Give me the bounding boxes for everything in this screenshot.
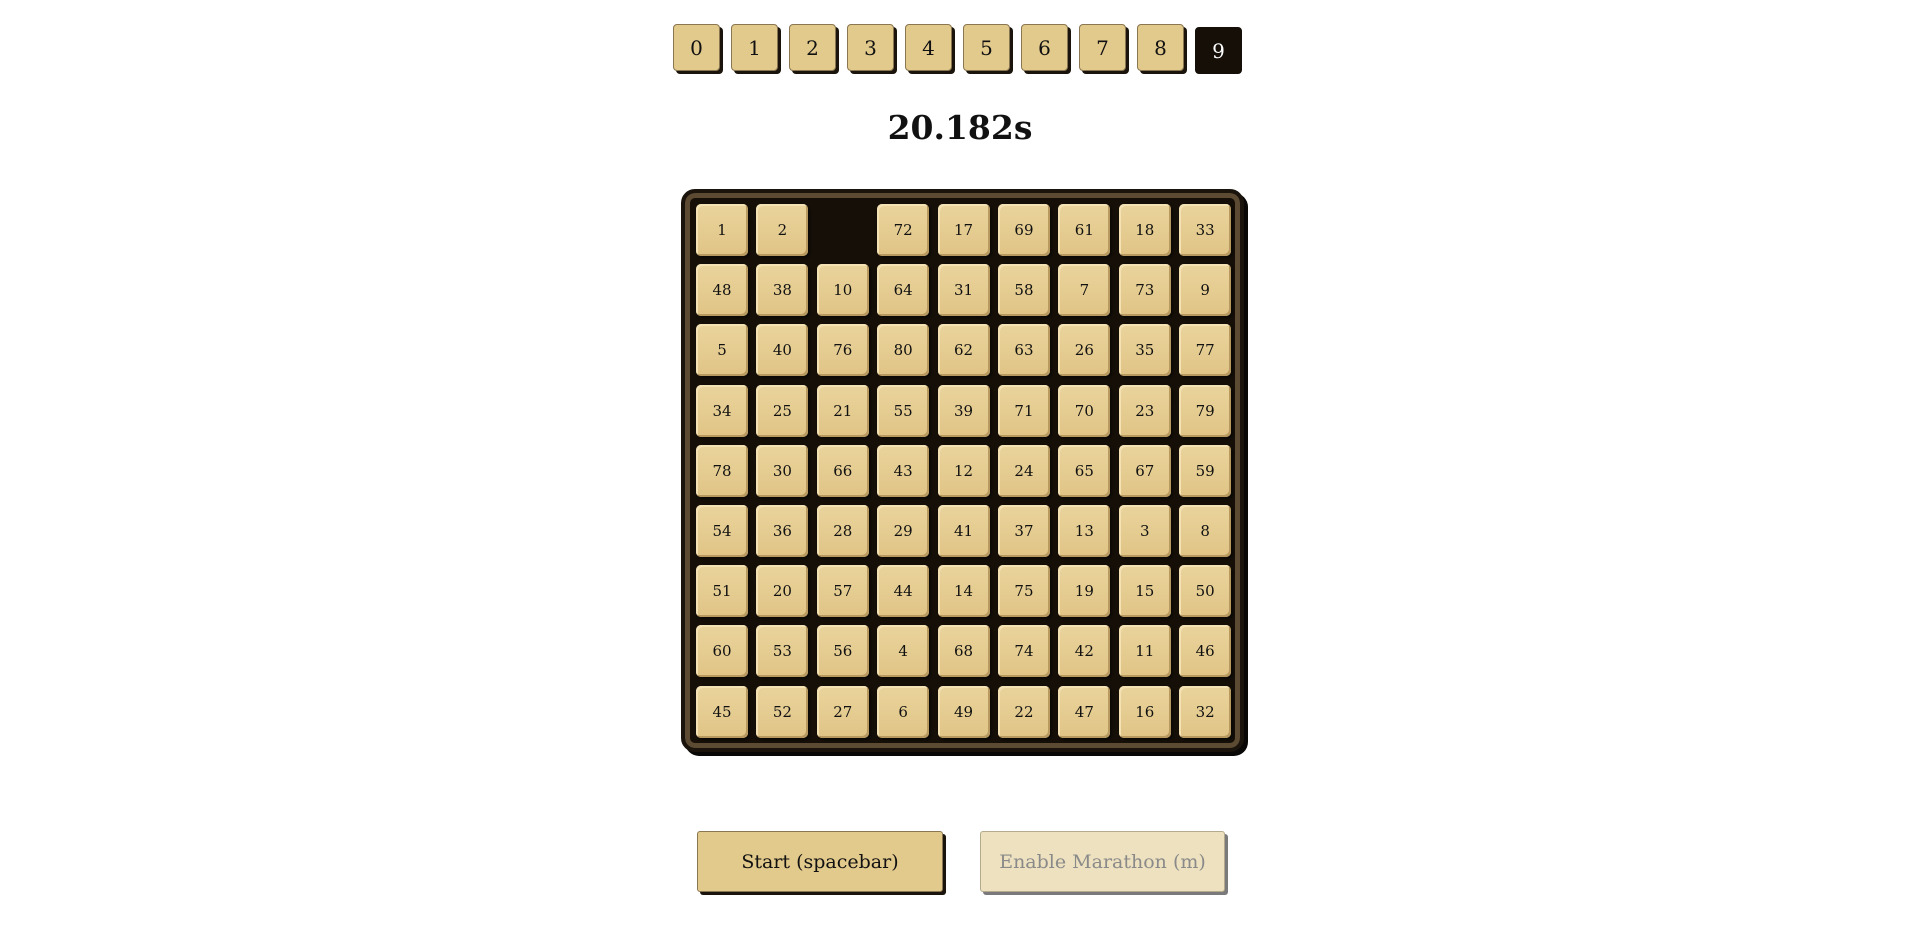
- tile-26[interactable]: 26: [1058, 324, 1111, 377]
- tile-70[interactable]: 70: [1058, 384, 1111, 437]
- tile-19[interactable]: 19: [1058, 565, 1111, 618]
- tile-50[interactable]: 50: [1179, 565, 1232, 618]
- tile-44[interactable]: 44: [877, 565, 930, 618]
- tile-16[interactable]: 16: [1118, 685, 1171, 738]
- tile-79[interactable]: 79: [1179, 384, 1232, 437]
- size-button-2[interactable]: 2: [789, 24, 836, 71]
- timer: 20.182s: [887, 108, 1033, 147]
- tile-7[interactable]: 7: [1058, 264, 1111, 317]
- tile-71[interactable]: 71: [997, 384, 1050, 437]
- tile-56[interactable]: 56: [816, 625, 869, 678]
- puzzle-app: 0123456789 20.182s 1 2 72 17 69 61 18 33 48 38 10 6…: [0, 0, 1920, 942]
- tile-61[interactable]: 61: [1058, 204, 1111, 256]
- size-button-9[interactable]: 9: [1195, 27, 1242, 74]
- tile-62[interactable]: 62: [937, 324, 990, 377]
- tile-40[interactable]: 40: [756, 324, 809, 377]
- tile-grid: 1 2 72 17 69 61 18 33 48 38 10 64 31 58 7 73 9 5 40 76 80 62 6…: [696, 204, 1232, 738]
- size-selector: 0123456789: [673, 24, 1242, 74]
- tile-36[interactable]: 36: [756, 504, 809, 557]
- tile-8[interactable]: 8: [1179, 504, 1232, 557]
- tile-21[interactable]: 21: [816, 384, 869, 437]
- size-button-1[interactable]: 1: [731, 24, 778, 71]
- tile-76[interactable]: 76: [816, 324, 869, 377]
- tile-53[interactable]: 53: [756, 625, 809, 678]
- size-button-6[interactable]: 6: [1021, 24, 1068, 71]
- tile-10[interactable]: 10: [816, 264, 869, 317]
- size-button-0[interactable]: 0: [673, 24, 720, 71]
- tile-48[interactable]: 48: [696, 264, 748, 317]
- tile-41[interactable]: 41: [937, 504, 990, 557]
- tile-33[interactable]: 33: [1179, 204, 1232, 256]
- tile-66[interactable]: 66: [816, 444, 869, 497]
- tile-15[interactable]: 15: [1118, 565, 1171, 618]
- tile-20[interactable]: 20: [756, 565, 809, 618]
- tile-60[interactable]: 60: [696, 625, 748, 678]
- tile-34[interactable]: 34: [696, 384, 748, 437]
- tile-6[interactable]: 6: [877, 685, 930, 738]
- tile-69[interactable]: 69: [997, 204, 1050, 256]
- tile-52[interactable]: 52: [756, 685, 809, 738]
- tile-4[interactable]: 4: [877, 625, 930, 678]
- tile-78[interactable]: 78: [696, 444, 748, 497]
- tile-23[interactable]: 23: [1118, 384, 1171, 437]
- tile-72[interactable]: 72: [877, 204, 930, 256]
- tile-67[interactable]: 67: [1118, 444, 1171, 497]
- tile-17[interactable]: 17: [937, 204, 990, 256]
- tile-80[interactable]: 80: [877, 324, 930, 377]
- size-button-5[interactable]: 5: [963, 24, 1010, 71]
- tile-55[interactable]: 55: [877, 384, 930, 437]
- tile-46[interactable]: 46: [1179, 625, 1232, 678]
- tile-54[interactable]: 54: [696, 504, 748, 557]
- game-board: 1 2 72 17 69 61 18 33 48 38 10 64 31 58 7 73 9 5 40 76 80 62 6…: [681, 189, 1244, 752]
- tile-58[interactable]: 58: [997, 264, 1050, 317]
- tile-77[interactable]: 77: [1179, 324, 1232, 377]
- tile-30[interactable]: 30: [756, 444, 809, 497]
- tile-64[interactable]: 64: [877, 264, 930, 317]
- tile-1[interactable]: 1: [696, 204, 748, 256]
- tile-14[interactable]: 14: [937, 565, 990, 618]
- tile-13[interactable]: 13: [1058, 504, 1111, 557]
- tile-28[interactable]: 28: [816, 504, 869, 557]
- tile-18[interactable]: 18: [1118, 204, 1171, 256]
- tile-42[interactable]: 42: [1058, 625, 1111, 678]
- size-button-8[interactable]: 8: [1137, 24, 1184, 71]
- tile-2[interactable]: 2: [756, 204, 809, 256]
- tile-45[interactable]: 45: [696, 685, 748, 738]
- tile-29[interactable]: 29: [877, 504, 930, 557]
- tile-5[interactable]: 5: [696, 324, 748, 377]
- tile-37[interactable]: 37: [997, 504, 1050, 557]
- tile-73[interactable]: 73: [1118, 264, 1171, 317]
- tile-25[interactable]: 25: [756, 384, 809, 437]
- tile-74[interactable]: 74: [997, 625, 1050, 678]
- size-button-4[interactable]: 4: [905, 24, 952, 71]
- tile-59[interactable]: 59: [1179, 444, 1232, 497]
- empty-slot: [816, 204, 869, 256]
- tile-31[interactable]: 31: [937, 264, 990, 317]
- start-button[interactable]: Start (spacebar): [697, 831, 943, 892]
- tile-32[interactable]: 32: [1179, 685, 1232, 738]
- tile-51[interactable]: 51: [696, 565, 748, 618]
- size-button-7[interactable]: 7: [1079, 24, 1126, 71]
- tile-9[interactable]: 9: [1179, 264, 1232, 317]
- tile-24[interactable]: 24: [997, 444, 1050, 497]
- tile-22[interactable]: 22: [997, 685, 1050, 738]
- tile-75[interactable]: 75: [997, 565, 1050, 618]
- tile-65[interactable]: 65: [1058, 444, 1111, 497]
- tile-47[interactable]: 47: [1058, 685, 1111, 738]
- size-button-3[interactable]: 3: [847, 24, 894, 71]
- tile-49[interactable]: 49: [937, 685, 990, 738]
- enable-marathon-button[interactable]: Enable Marathon (m): [980, 831, 1225, 892]
- tile-39[interactable]: 39: [937, 384, 990, 437]
- tile-12[interactable]: 12: [937, 444, 990, 497]
- tile-43[interactable]: 43: [877, 444, 930, 497]
- tile-68[interactable]: 68: [937, 625, 990, 678]
- tile-11[interactable]: 11: [1118, 625, 1171, 678]
- tile-63[interactable]: 63: [997, 324, 1050, 377]
- tile-27[interactable]: 27: [816, 685, 869, 738]
- tile-35[interactable]: 35: [1118, 324, 1171, 377]
- tile-57[interactable]: 57: [816, 565, 869, 618]
- tile-3[interactable]: 3: [1118, 504, 1171, 557]
- tile-38[interactable]: 38: [756, 264, 809, 317]
